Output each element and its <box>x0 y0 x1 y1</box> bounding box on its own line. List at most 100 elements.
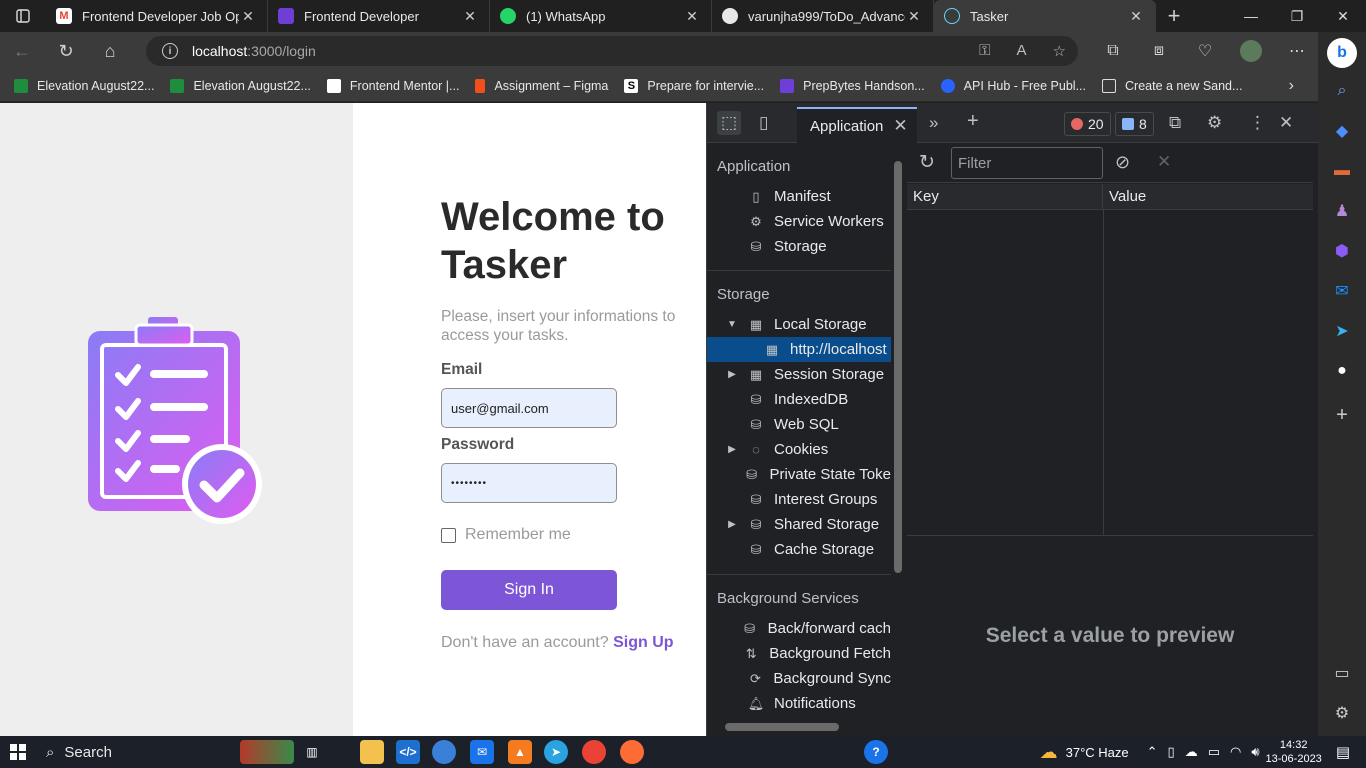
nav-manifest[interactable]: ▯ Manifest <box>707 184 891 209</box>
collections-icon[interactable]: ⧈ <box>1136 42 1182 60</box>
task-view-icon[interactable]: ▥ <box>300 740 324 764</box>
close-icon[interactable]: ✕ <box>893 116 907 136</box>
postman-icon[interactable] <box>620 740 644 764</box>
battery-icon[interactable]: ▭ <box>1208 744 1220 760</box>
shopping-tag-icon[interactable]: ◆ <box>1330 119 1354 143</box>
refresh-icon[interactable]: ↻ <box>919 151 935 174</box>
scrollbar-thumb[interactable] <box>894 161 902 573</box>
add-tab-icon[interactable]: + <box>967 110 979 133</box>
search-highlight-icon[interactable] <box>240 740 294 764</box>
bookmark-item[interactable]: PrepBytes Handson... <box>780 78 925 93</box>
nav-interest-groups[interactable]: ⛁ Interest Groups <box>707 487 891 512</box>
edge-icon[interactable] <box>432 740 456 764</box>
minimize-icon[interactable]: — <box>1228 0 1274 32</box>
bookmark-item[interactable]: Elevation August22... <box>14 78 154 93</box>
close-icon[interactable]: ✕ <box>461 8 479 25</box>
telegram-icon[interactable]: ➤ <box>544 740 568 764</box>
more-tabs-icon[interactable]: » <box>929 113 938 133</box>
profile-avatar[interactable] <box>1228 40 1274 62</box>
remember-checkbox[interactable] <box>441 527 456 543</box>
search-icon[interactable]: ⌕ <box>1330 79 1354 103</box>
inspect-element-icon[interactable]: ⬚ <box>717 111 741 135</box>
nav-service-workers[interactable]: ⚙ Service Workers <box>707 209 891 234</box>
read-aloud-icon[interactable]: A <box>1017 42 1027 60</box>
bing-icon[interactable]: b <box>1327 38 1357 68</box>
caret-down-icon[interactable]: ▼ <box>723 319 741 330</box>
device-toggle-icon[interactable]: ▯ <box>759 113 768 133</box>
close-devtools-icon[interactable]: ✕ <box>1279 113 1293 133</box>
help-icon[interactable]: ? <box>864 740 888 764</box>
chrome-icon[interactable] <box>582 740 606 764</box>
chevron-up-icon[interactable]: ⌃ <box>1147 744 1158 760</box>
github-icon[interactable]: ● <box>1330 359 1354 383</box>
caret-right-icon[interactable]: ▶ <box>723 444 741 455</box>
send-icon[interactable]: ➤ <box>1330 319 1354 343</box>
home-icon[interactable]: ⌂ <box>88 32 132 70</box>
favorite-star-icon[interactable]: ☆ <box>1053 42 1066 60</box>
caret-right-icon[interactable]: ▶ <box>723 369 741 380</box>
outlook-icon[interactable]: ✉ <box>1330 279 1354 303</box>
caret-right-icon[interactable]: ▶ <box>723 519 741 530</box>
settings-icon[interactable]: ⚙ <box>1330 701 1354 725</box>
error-count-badge[interactable]: 20 <box>1064 112 1111 136</box>
chevron-right-icon[interactable]: › <box>1289 77 1294 95</box>
sign-up-link[interactable]: Sign Up <box>613 634 673 651</box>
device-icon[interactable]: ▯ <box>1168 744 1175 760</box>
office-icon[interactable]: ⬢ <box>1330 239 1354 263</box>
tab-frontend-developer[interactable]: Frontend Developer ✕ <box>268 0 490 32</box>
vlc-icon[interactable]: ▲ <box>508 740 532 764</box>
message-count-badge[interactable]: 8 <box>1115 112 1154 136</box>
nav-cache-storage[interactable]: ⛁ Cache Storage <box>707 537 891 562</box>
performance-icon[interactable]: ♡ <box>1182 41 1228 61</box>
nav-back-forward-cache[interactable]: ⛁ Back/forward cach <box>707 616 891 641</box>
key-icon[interactable]: ⚿ <box>979 42 990 60</box>
nav-notifications[interactable]: 🔔︎ Notifications <box>707 691 891 716</box>
close-icon[interactable]: ✕ <box>905 8 923 25</box>
feedback-icon[interactable]: ⧉ <box>1169 113 1181 133</box>
bookmark-item[interactable]: Elevation August22... <box>170 78 311 93</box>
horizontal-scrollbar[interactable] <box>725 723 839 731</box>
password-field[interactable]: •••••••• <box>441 463 617 503</box>
remember-me[interactable]: Remember me <box>441 526 571 544</box>
tab-whatsapp[interactable]: (1) WhatsApp ✕ <box>490 0 712 32</box>
nav-session-storage[interactable]: ▶ ▦ Session Storage <box>707 362 891 387</box>
sidebar-toggle-icon[interactable]: ▭ <box>1330 661 1354 685</box>
tab-tasker[interactable]: Tasker ✕ <box>934 0 1156 32</box>
nav-private-state-tokens[interactable]: ⛁ Private State Toke <box>707 462 891 487</box>
gear-icon[interactable]: ⚙ <box>1207 113 1222 133</box>
nav-shared-storage[interactable]: ▶ ⛁ Shared Storage <box>707 512 891 537</box>
bookmark-item[interactable]: Frontend Mentor |... <box>326 78 459 93</box>
vscode-icon[interactable]: </> <box>396 740 420 764</box>
tab-application[interactable]: Application ✕ <box>797 107 917 143</box>
back-icon[interactable]: ← <box>0 32 44 70</box>
nav-cookies[interactable]: ▶ ◌ Cookies <box>707 437 891 462</box>
notifications-icon[interactable]: ▤ <box>1336 743 1350 761</box>
clock[interactable]: 14:32 13-06-2023 <box>1266 738 1322 766</box>
nav-web-sql[interactable]: ⛁ Web SQL <box>707 412 891 437</box>
delete-selected-icon[interactable]: ✕ <box>1157 152 1171 172</box>
weather-icon[interactable]: ☁ <box>1040 742 1058 763</box>
onedrive-icon[interactable]: ☁ <box>1185 744 1198 760</box>
windows-start-icon[interactable] <box>0 736 36 768</box>
bookmark-item[interactable]: API Hub - Free Publ... <box>940 78 1086 93</box>
refresh-icon[interactable]: ↻ <box>44 32 88 70</box>
tools-icon[interactable]: ▬ <box>1330 159 1354 183</box>
tab-github[interactable]: varunjha999/ToDo_Advanced ✕ <box>712 0 934 32</box>
nav-background-fetch[interactable]: ⇅ Background Fetch <box>707 641 891 666</box>
volume-icon[interactable]: 🔊︎ <box>1251 744 1259 760</box>
nav-local-storage[interactable]: ▼ ▦ Local Storage <box>707 312 891 337</box>
filter-input[interactable]: Filter <box>951 147 1103 179</box>
games-icon[interactable]: ♟ <box>1330 199 1354 223</box>
close-icon[interactable]: ✕ <box>683 8 701 25</box>
close-window-icon[interactable]: ✕ <box>1320 0 1366 32</box>
weather-text[interactable]: 37°C Haze <box>1066 745 1129 760</box>
close-icon[interactable]: ✕ <box>1127 8 1145 25</box>
nav-storage[interactable]: ⛁ Storage <box>707 234 891 259</box>
mail-icon[interactable]: ✉ <box>470 740 494 764</box>
column-value[interactable]: Value <box>1103 184 1313 210</box>
kebab-menu-icon[interactable]: ⋮ <box>1249 113 1266 133</box>
address-bar[interactable]: i localhost:3000/login ⚿ A ☆ <box>146 36 1078 66</box>
clear-all-icon[interactable]: ⊘ <box>1115 152 1130 173</box>
sidebar-scrollbar[interactable] <box>893 161 903 715</box>
close-icon[interactable]: ✕ <box>239 8 257 25</box>
